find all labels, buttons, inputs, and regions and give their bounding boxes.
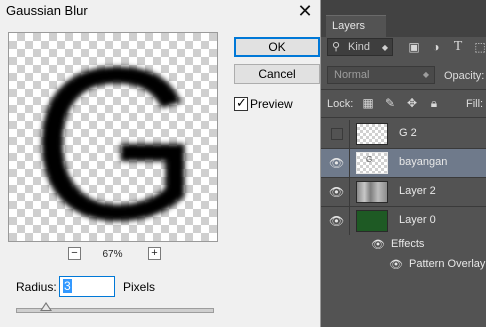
fill-label: Fill:	[466, 98, 484, 110]
dialog-title: Gaussian Blur	[6, 3, 88, 18]
zoom-in-button[interactable]: +	[148, 247, 161, 260]
layers-panel: Layers ⚲ Kind ◆ ▣ ◑ T ⬚ Normal ◆ Opacity…	[321, 0, 486, 327]
image-filter-icon[interactable]: ▣	[406, 40, 422, 54]
pixels-label: Pixels	[123, 280, 156, 294]
layer-row-layer-2[interactable]: 👁︎ Layer 2	[321, 178, 486, 207]
search-icon: ⚲	[332, 41, 341, 53]
divider	[349, 149, 350, 177]
divider	[349, 207, 350, 235]
divider	[349, 120, 350, 148]
layer-row-g2[interactable]: G 2	[321, 120, 486, 149]
kind-label: Kind	[348, 41, 371, 53]
gaussian-blur-dialog: Gaussian Blur ✕ G − 67% + OK Cancel ✓ Pr…	[0, 0, 321, 327]
layer-name: Layer 2	[399, 185, 436, 197]
preview-label: Preview	[250, 97, 293, 111]
effect-name: Pattern Overlay	[409, 258, 486, 270]
layer-row-layer-0[interactable]: 👁︎ Layer 0	[321, 207, 486, 235]
layer-thumbnail	[356, 181, 388, 203]
type-filter-icon[interactable]: T	[450, 40, 466, 54]
ok-button[interactable]: OK	[234, 37, 320, 57]
eye-icon[interactable]: 👁︎	[371, 238, 385, 252]
layer-thumbnail: G	[356, 152, 388, 174]
blurred-g-glyph-icon: G	[366, 155, 373, 164]
close-button[interactable]: ✕	[292, 0, 318, 24]
effects-row[interactable]: 👁︎ Effects	[321, 235, 486, 255]
layer-thumbnail	[356, 123, 388, 145]
effects-label: Effects	[391, 238, 425, 250]
eye-icon[interactable]: 👁︎	[329, 214, 344, 228]
tab-layers[interactable]: Layers	[326, 15, 386, 37]
eye-icon[interactable]: 👁︎	[329, 156, 344, 170]
blur-preview[interactable]: G	[8, 32, 218, 242]
lock-position-icon[interactable]: ✥	[405, 96, 419, 110]
lock-image-pixels-icon[interactable]: ✎	[383, 96, 397, 110]
layer-row-bayangan[interactable]: 👁︎ G bayangan	[321, 149, 486, 178]
eye-icon[interactable]: 👁︎	[389, 258, 403, 272]
preview-letter: G	[31, 33, 201, 241]
blend-mode-dropdown[interactable]: Normal ◆	[327, 66, 435, 84]
layer-thumbnail	[356, 210, 388, 232]
layer-name: Layer 0	[399, 214, 436, 226]
radius-slider-thumb[interactable]	[40, 302, 52, 311]
divider	[321, 117, 486, 118]
adjustment-filter-icon[interactable]: ◑	[428, 40, 444, 54]
radius-input[interactable]: 3	[59, 276, 115, 297]
radius-value: 3	[63, 279, 72, 293]
layer-name: G 2	[399, 127, 417, 139]
layer-name: bayangan	[399, 156, 448, 168]
effect-row-pattern-overlay[interactable]: 👁︎ Pattern Overlay	[321, 255, 486, 275]
preview-checkbox[interactable]: ✓	[234, 95, 248, 111]
lock-all-icon[interactable]: 🔒︎	[427, 96, 441, 110]
chevron-updown-icon: ◆	[422, 70, 429, 79]
kind-filter-dropdown[interactable]: ⚲ Kind ◆	[327, 38, 393, 56]
divider	[349, 178, 350, 206]
blurred-letter-preview: G	[31, 33, 201, 241]
shape-filter-icon[interactable]: ⬚	[472, 40, 486, 54]
visibility-off-toggle[interactable]	[331, 128, 343, 140]
zoom-out-button[interactable]: −	[68, 247, 81, 260]
radius-label: Radius:	[16, 280, 57, 294]
lock-transparent-pixels-icon[interactable]: ▦	[361, 96, 375, 110]
checkmark-icon: ✓	[236, 95, 247, 110]
divider	[321, 89, 486, 90]
blend-mode-value: Normal	[334, 69, 370, 81]
eye-icon[interactable]: 👁︎	[329, 185, 344, 199]
chevron-updown-icon: ◆	[381, 43, 388, 52]
cancel-button[interactable]: Cancel	[234, 64, 320, 84]
zoom-level: 67%	[102, 249, 123, 260]
lock-label: Lock:	[327, 98, 354, 110]
opacity-label: Opacity:	[444, 70, 485, 82]
